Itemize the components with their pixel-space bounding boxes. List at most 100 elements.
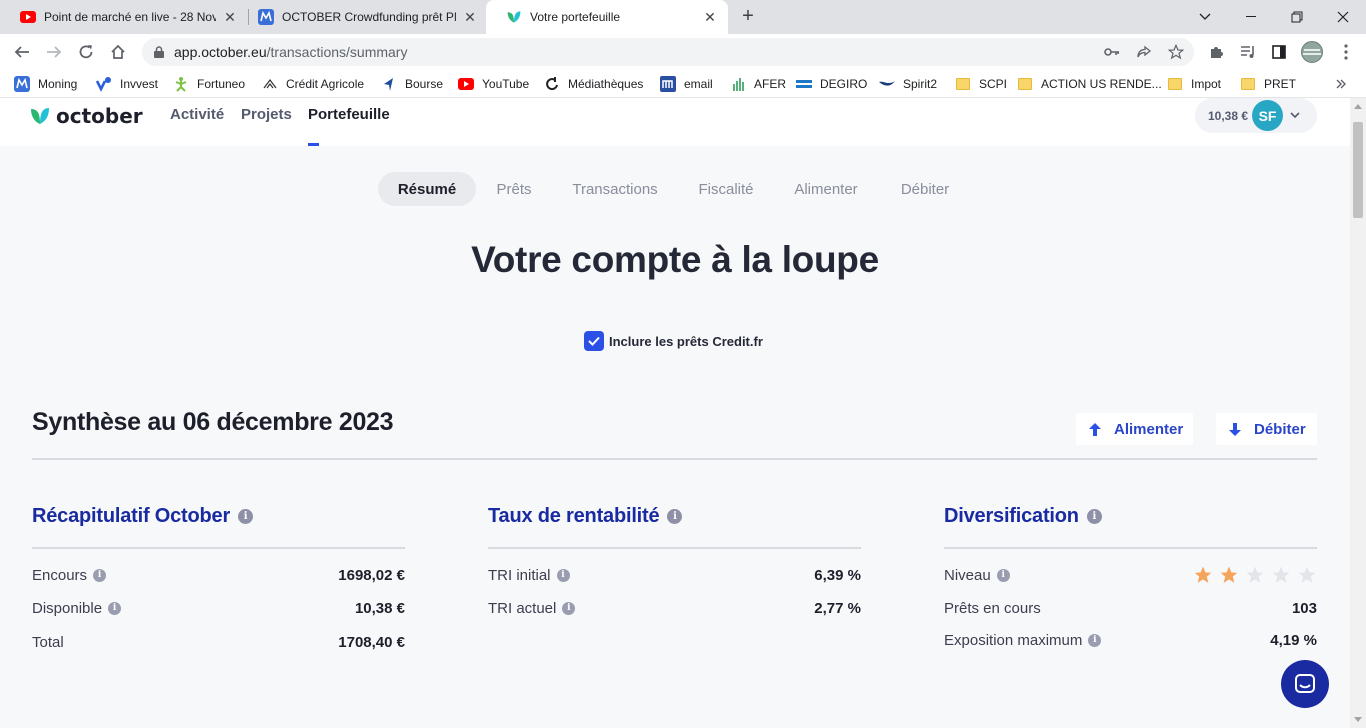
bookmark-star-icon[interactable] — [1164, 40, 1188, 64]
bookmark-youtube[interactable]: YouTube — [458, 74, 529, 94]
chrome-menu-icon[interactable] — [1334, 40, 1358, 64]
info-icon[interactable]: i — [667, 509, 683, 524]
browser-tab-youtube[interactable]: Point de marché en live - 28 Nov ✕ — [0, 0, 248, 34]
folder-icon — [1017, 76, 1033, 92]
media-control-icon[interactable] — [1236, 40, 1260, 64]
card-divider — [32, 547, 405, 549]
side-panel-icon[interactable] — [1267, 40, 1291, 64]
bookmark-degiro[interactable]: DEGIRO — [796, 74, 867, 94]
card-divider — [944, 547, 1317, 549]
bookmark-fortuneo[interactable]: Fortuneo — [173, 74, 245, 94]
nav-portefeuille[interactable]: Portefeuille — [308, 106, 390, 123]
info-icon[interactable]: i — [1088, 633, 1102, 647]
subtab-resume[interactable]: Résumé — [378, 172, 476, 206]
info-icon[interactable]: i — [238, 509, 254, 524]
subtab-alimenter[interactable]: Alimenter — [784, 172, 868, 206]
minimize-icon[interactable] — [1228, 0, 1274, 34]
active-nav-indicator — [308, 143, 319, 146]
october-leaf-icon — [506, 9, 522, 25]
extensions-puzzle-icon[interactable] — [1204, 40, 1228, 64]
info-icon[interactable]: i — [556, 568, 570, 582]
url-path: /transactions/summary — [266, 44, 408, 60]
row-value: 10,38 € — [354, 599, 405, 617]
debiter-button[interactable]: Débiter — [1216, 413, 1317, 445]
bookmark-label: Crédit Agricole — [286, 77, 365, 91]
recap-heading: Récapitulatif October i — [32, 505, 405, 528]
subtab-fiscalite[interactable]: Fiscalité — [688, 172, 764, 206]
bookmark-folder-pret[interactable]: PRET — [1240, 74, 1296, 94]
nav-activite[interactable]: Activité — [170, 106, 224, 123]
tab-title: Point de marché en live - 28 Nov — [44, 10, 216, 24]
info-icon[interactable]: i — [562, 601, 576, 615]
card-divider — [488, 547, 861, 549]
bookmark-label: Moning — [38, 77, 78, 91]
back-arrow-icon[interactable] — [10, 40, 34, 64]
account-balance: 10,38 € — [1208, 108, 1249, 123]
scroll-up-icon[interactable] — [1354, 104, 1362, 109]
include-credit-fr-toggle[interactable]: Inclure les prêts Credit.fr — [584, 331, 763, 351]
bookmark-spirit2[interactable]: Spirit2 — [879, 74, 937, 94]
row-label: Total — [32, 633, 64, 651]
subtab-debiter[interactable]: Débiter — [888, 172, 962, 206]
bookmark-invvest[interactable]: Invvest — [96, 74, 158, 94]
youtube-icon — [20, 9, 36, 25]
new-tab-button[interactable]: + — [738, 6, 758, 27]
profile-avatar-icon[interactable] — [1300, 40, 1324, 64]
bookmark-folder-scpi[interactable]: SCPI — [955, 74, 1007, 94]
arrow-down-icon — [1229, 422, 1241, 436]
browser-tab-votre-portefeuille[interactable]: Votre portefeuille ✕ — [486, 0, 728, 34]
account-menu[interactable]: 10,38 € SF — [1195, 98, 1317, 133]
degiro-icon — [796, 76, 812, 92]
bookmark-credit-agricole[interactable]: Crédit Agricole — [262, 74, 364, 94]
subtab-prets[interactable]: Prêts — [486, 172, 542, 206]
forward-arrow-icon[interactable] — [42, 40, 66, 64]
rentabilite-heading: Taux de rentabilité i — [488, 505, 861, 528]
subtab-transactions[interactable]: Transactions — [562, 172, 668, 206]
row-value: 103 — [1291, 599, 1317, 617]
row-label: Exposition maximum — [944, 631, 1083, 649]
checkbox-checked-icon[interactable] — [584, 331, 604, 351]
scrollbar-thumb[interactable] — [1353, 122, 1363, 218]
key-icon[interactable] — [1100, 40, 1124, 64]
address-bar[interactable]: app.october.eu/transactions/summary — [142, 38, 1194, 66]
share-icon[interactable] — [1132, 40, 1156, 64]
nav-projets[interactable]: Projets — [241, 106, 292, 123]
scroll-down-icon[interactable] — [1354, 717, 1362, 722]
page-scrollbar[interactable] — [1350, 98, 1366, 728]
credit-agricole-icon — [262, 76, 278, 92]
row-niveau: Niveau i — [944, 564, 1317, 586]
restore-icon[interactable] — [1274, 0, 1320, 34]
reload-icon[interactable] — [74, 40, 98, 64]
bookmark-mediatheques[interactable]: Médiathèques — [544, 74, 643, 94]
star-empty-icon — [1272, 566, 1290, 583]
alimenter-button[interactable]: Alimenter — [1076, 413, 1193, 445]
bookmarks-bar: Moning Invvest Fortuneo Crédit Agricole … — [0, 70, 1366, 98]
row-label: TRI initial — [488, 566, 551, 584]
info-icon[interactable]: i — [996, 568, 1010, 582]
chat-support-button[interactable] — [1281, 660, 1329, 708]
row-value: 4,19 % — [1270, 631, 1317, 649]
info-icon[interactable]: i — [93, 568, 107, 582]
page-content: october Activité Projets Portefeuille 10… — [0, 98, 1350, 728]
october-logo[interactable]: october — [30, 104, 143, 128]
browser-toolbar: app.october.eu/transactions/summary — [0, 34, 1366, 70]
browser-tab-october-crowdfunding[interactable]: OCTOBER Crowdfunding prêt PME ✕ — [238, 0, 488, 34]
tab-search-chevron-icon[interactable] — [1182, 0, 1228, 34]
bookmark-moning[interactable]: Moning — [14, 74, 77, 94]
home-icon[interactable] — [106, 40, 130, 64]
tab-title: OCTOBER Crowdfunding prêt PME — [282, 10, 456, 24]
close-tab-icon[interactable]: ✕ — [222, 9, 238, 25]
bookmark-folder-action-us[interactable]: ACTION US RENDE... — [1017, 74, 1162, 94]
more-bookmarks-chevron-icon[interactable] — [1336, 74, 1346, 94]
close-tab-icon[interactable]: ✕ — [462, 9, 478, 25]
bookmark-afer[interactable]: AFER — [730, 74, 786, 94]
info-icon[interactable]: i — [108, 601, 122, 615]
bookmark-folder-impot[interactable]: Impot — [1167, 74, 1221, 94]
folder-icon — [1167, 76, 1183, 92]
row-value: 1698,02 € — [338, 566, 405, 584]
close-tab-icon[interactable]: ✕ — [702, 9, 718, 25]
close-window-icon[interactable] — [1320, 0, 1366, 34]
bookmark-email[interactable]: email — [660, 74, 713, 94]
info-icon[interactable]: i — [1086, 509, 1102, 524]
bookmark-bourse[interactable]: Bourse — [381, 74, 443, 94]
